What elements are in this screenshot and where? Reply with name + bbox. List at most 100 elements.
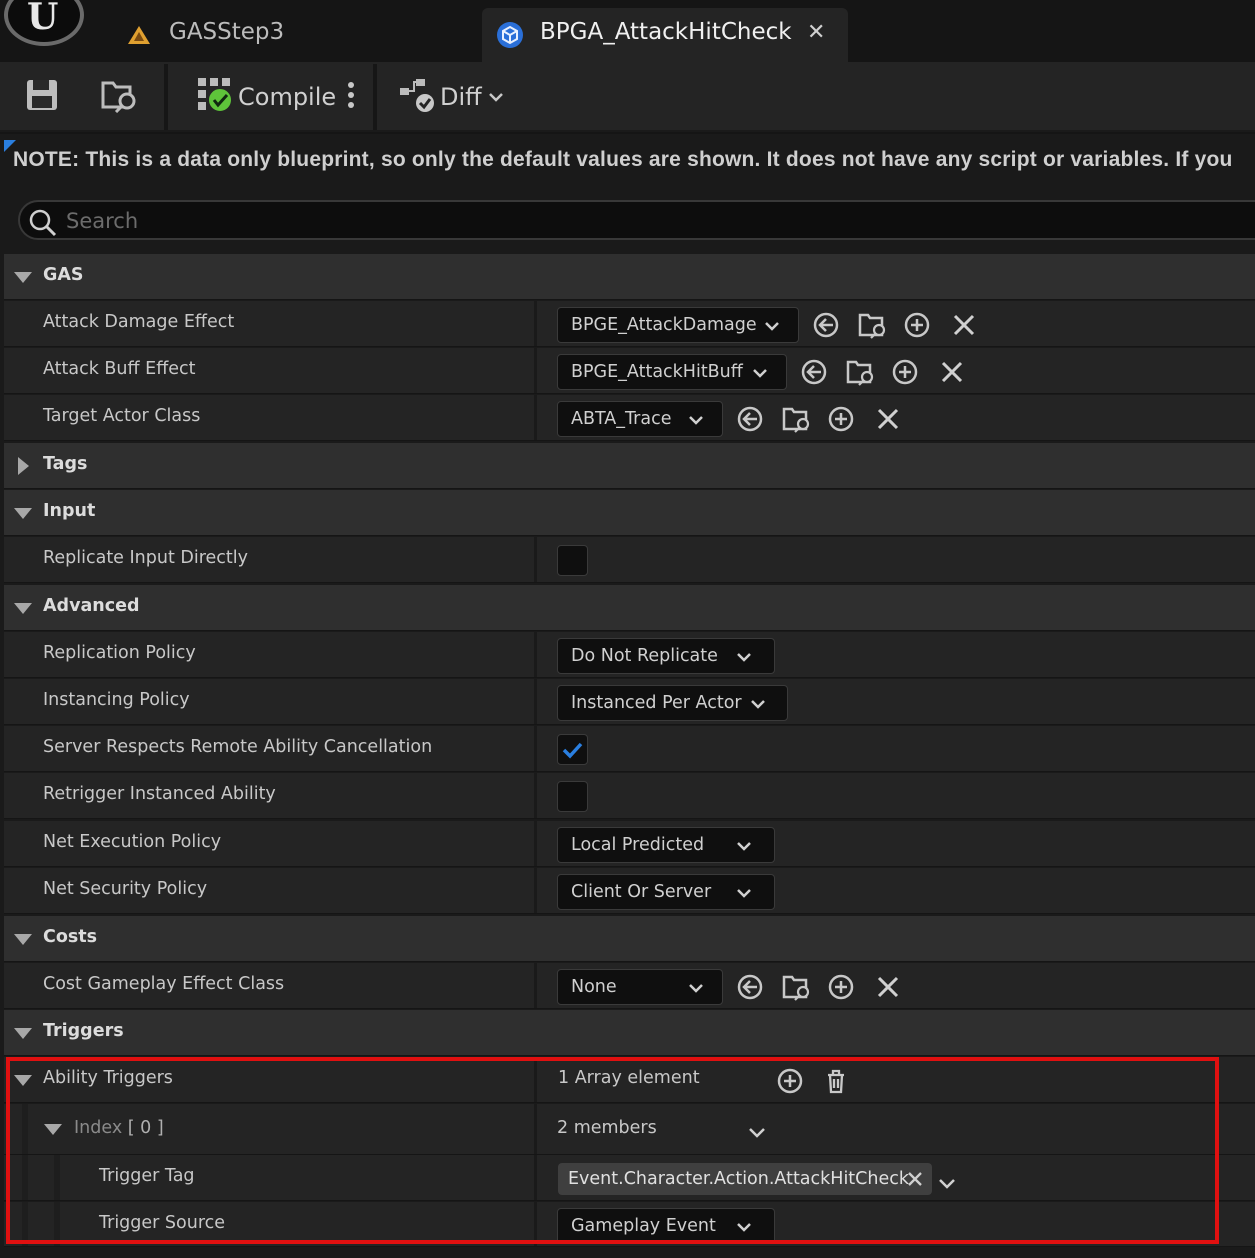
search-input[interactable] [66, 208, 866, 234]
browse-asset-icon[interactable] [782, 973, 812, 1001]
category-input[interactable]: Input [4, 490, 1255, 536]
target-actor-class-combo[interactable]: ABTA_Trace [557, 401, 723, 437]
browse-asset-icon[interactable] [858, 311, 888, 339]
property-label: Attack Damage Effect [43, 312, 235, 332]
property-row-net-security-policy: Net Security Policy Client Or Server [4, 868, 1255, 914]
server-respects-remote-cancel-checkbox[interactable] [557, 734, 588, 765]
add-icon[interactable] [827, 973, 857, 1001]
chevron-down-icon[interactable] [938, 1174, 956, 1193]
add-icon[interactable] [827, 405, 857, 433]
column-splitter[interactable] [534, 679, 537, 724]
chevron-down-icon [736, 1218, 752, 1237]
compile-button[interactable]: Compile [196, 62, 336, 132]
replication-policy-combo[interactable]: Do Not Replicate [557, 638, 775, 674]
save-button[interactable] [24, 62, 60, 132]
use-selected-asset-icon[interactable] [800, 358, 830, 386]
trigger-tag-pill[interactable]: Event.Character.Action.AttackHitCheck [558, 1163, 932, 1195]
property-label: Replicate Input Directly [43, 548, 249, 568]
tab-bpga-attackhitcheck[interactable]: BPGA_AttackHitCheck ✕ [482, 8, 848, 62]
combo-value: Instanced Per Actor [571, 693, 742, 713]
category-gas[interactable]: GAS [4, 254, 1255, 300]
expanded-arrow-icon [14, 934, 32, 945]
browse-asset-icon[interactable] [846, 358, 876, 386]
add-icon[interactable] [903, 311, 933, 339]
close-tab-icon[interactable]: ✕ [807, 20, 825, 45]
column-splitter[interactable] [534, 821, 537, 866]
column-splitter[interactable] [534, 1155, 537, 1200]
column-splitter[interactable] [534, 632, 537, 677]
category-label: Costs [43, 927, 98, 947]
search-box[interactable] [18, 200, 1255, 240]
attack-damage-effect-combo[interactable]: BPGE_AttackDamage [557, 307, 799, 343]
indent-guide [22, 1104, 28, 1154]
column-splitter[interactable] [534, 1104, 537, 1154]
remove-tag-icon[interactable] [906, 1170, 924, 1192]
property-row-trigger-source: Trigger Source Gameplay Event [4, 1202, 1255, 1247]
add-element-icon[interactable] [776, 1067, 806, 1095]
attack-buff-effect-combo[interactable]: BPGE_AttackHitBuff [557, 354, 787, 390]
column-splitter[interactable] [534, 395, 537, 440]
tab-gasstep3[interactable]: GASStep3 [100, 8, 480, 62]
clear-icon[interactable] [938, 358, 968, 386]
clear-icon[interactable] [950, 311, 980, 339]
diff-button[interactable]: Diff [398, 62, 504, 132]
column-splitter[interactable] [534, 773, 537, 818]
add-icon[interactable] [891, 358, 921, 386]
use-selected-asset-icon[interactable] [812, 311, 842, 339]
chevron-down-icon [764, 317, 780, 336]
array-element-index-0[interactable]: Index [ 0 ] 2 members [4, 1104, 1255, 1155]
compile-label: Compile [238, 83, 337, 111]
category-label: Input [43, 501, 96, 521]
column-splitter[interactable] [534, 1202, 537, 1246]
browse-asset-icon[interactable] [782, 405, 812, 433]
chevron-down-icon [688, 411, 704, 430]
tab-label: BPGA_AttackHitCheck [540, 19, 792, 45]
toolbar: Compile Diff [0, 62, 1255, 132]
chevron-down-icon [736, 837, 752, 856]
column-splitter[interactable] [534, 1057, 537, 1102]
indent-guide [54, 1202, 60, 1246]
instancing-policy-combo[interactable]: Instanced Per Actor [557, 685, 788, 721]
warning-triangle-icon [126, 24, 152, 50]
column-splitter[interactable] [534, 301, 537, 346]
array-count: 1 Array element [558, 1068, 700, 1088]
net-execution-policy-combo[interactable]: Local Predicted [557, 827, 775, 863]
property-row-ability-triggers[interactable]: Ability Triggers 1 Array element [4, 1057, 1255, 1103]
column-splitter[interactable] [534, 348, 537, 393]
property-row-replication-policy: Replication Policy Do Not Replicate [4, 632, 1255, 678]
clear-icon[interactable] [874, 973, 904, 1001]
expanded-arrow-icon [44, 1124, 62, 1135]
replicate-input-directly-checkbox[interactable] [557, 545, 588, 576]
category-costs[interactable]: Costs [4, 916, 1255, 962]
collapsed-arrow-icon [18, 457, 29, 475]
compile-options-button[interactable] [344, 62, 358, 132]
chevron-down-icon[interactable] [748, 1123, 766, 1142]
category-advanced[interactable]: Advanced [4, 585, 1255, 631]
category-triggers[interactable]: Triggers [4, 1010, 1255, 1056]
net-security-policy-combo[interactable]: Client Or Server [557, 874, 775, 910]
unreal-logo-icon[interactable]: U [4, 0, 84, 46]
trash-icon[interactable] [822, 1067, 852, 1095]
category-tags[interactable]: Tags [4, 443, 1255, 489]
chevron-down-icon [752, 364, 768, 383]
category-label: GAS [43, 265, 84, 285]
column-splitter[interactable] [534, 726, 537, 771]
column-splitter[interactable] [534, 963, 537, 1008]
property-label: Instancing Policy [43, 690, 190, 710]
column-splitter[interactable] [534, 868, 537, 913]
cost-gameplay-effect-class-combo[interactable]: None [557, 969, 723, 1005]
indent-guide [22, 1202, 28, 1246]
trigger-source-combo[interactable]: Gameplay Event [557, 1208, 775, 1244]
chevron-down-icon [688, 979, 704, 998]
property-row-instancing-policy: Instancing Policy Instanced Per Actor [4, 679, 1255, 725]
browse-asset-button[interactable] [100, 62, 140, 132]
retrigger-instanced-ability-checkbox[interactable] [557, 781, 588, 812]
use-selected-asset-icon[interactable] [736, 405, 766, 433]
property-row-attack-damage-effect: Attack Damage Effect BPGE_AttackDamage [4, 301, 1255, 347]
column-splitter[interactable] [534, 537, 537, 582]
property-label: Ability Triggers [43, 1068, 173, 1088]
clear-icon[interactable] [874, 405, 904, 433]
use-selected-asset-icon[interactable] [736, 973, 766, 1001]
toolbar-divider [373, 64, 377, 130]
checkmark-icon [562, 742, 583, 759]
